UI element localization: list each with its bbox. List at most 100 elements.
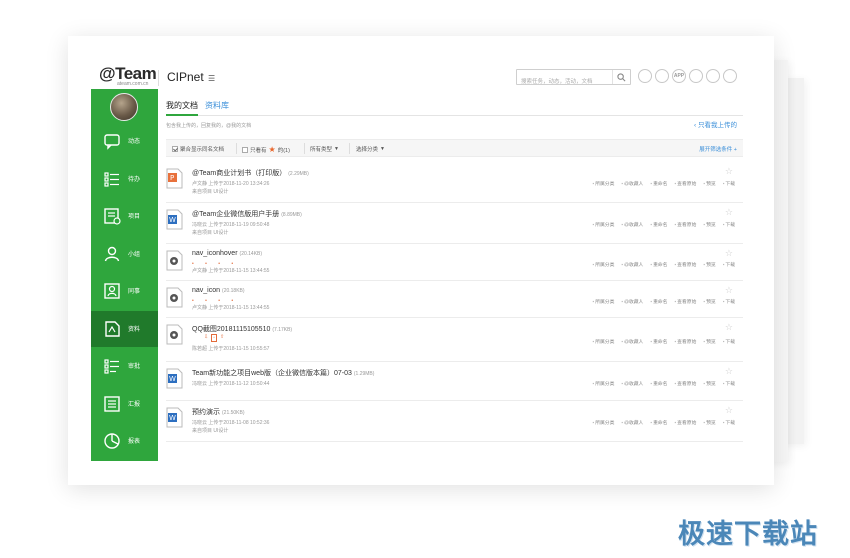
ACT-icon[interactable] [638,69,652,83]
tab-library[interactable]: 资料库 [205,100,229,112]
file-action[interactable]: 查看原始 [674,261,696,268]
star-outline-icon[interactable]: ☆ [725,285,733,296]
sidebar-item-5[interactable]: 资料 [91,310,158,347]
file-action[interactable]: 重命名 [650,261,667,268]
file-action[interactable]: 重命名 [650,298,667,305]
APP-icon[interactable]: APP [672,69,686,83]
search-input[interactable] [517,75,612,89]
file-title[interactable]: nav_iconhover (20.14KB) [192,250,262,257]
star-outline-icon[interactable]: ☆ [725,405,733,416]
file-action[interactable]: 重命名 [650,180,667,187]
file-row[interactable]: W @Team企业微信版用户手册 (8.89MB) ☆ 冯晓云 上传于2018-11-1… [166,203,743,244]
file-action[interactable]: 预览 [703,338,716,345]
file-row[interactable]: nav_iconhover (20.14KB) ☆ • • • • 卢文静 上传于201… [166,244,743,281]
gear-icon[interactable] [723,69,737,83]
file-action[interactable]: 查看原始 [674,221,696,228]
file-action[interactable]: @收藏人 [621,221,643,228]
sidebar-item-8[interactable]: 报表 [91,423,158,459]
file-action[interactable]: 预览 [703,380,716,387]
file-action[interactable]: 预览 [703,261,716,268]
file-title[interactable]: @Team企业微信版用户手册 (8.89MB) [192,209,302,219]
app-logo[interactable]: @Team ateam.com.cn [99,65,157,87]
file-title[interactable]: Team新功能之项目web版（企业微信版本篇）07-03 (1.29MB) [192,368,374,378]
file-action[interactable]: 查看原始 [674,380,696,387]
mail-icon[interactable] [706,69,720,83]
merge-same-name-label: 聚合显示同名文档 [180,147,225,153]
sidebar-item-6[interactable]: 审批 [91,348,158,384]
file-action[interactable]: 查看原始 [674,298,696,305]
star-outline-icon[interactable]: ☆ [725,366,733,377]
tab-my-documents[interactable]: 我的文档 [166,100,198,116]
sidebar-item-4[interactable]: 同事 [91,273,158,309]
file-action[interactable]: @收藏人 [621,419,643,426]
file-action[interactable]: 查看原始 [674,180,696,187]
sidebar-item-3[interactable]: 小组 [91,236,158,272]
file-title[interactable]: 预约演示 (21.50KB) [192,407,245,417]
sidebar-item-2[interactable]: 项目 [91,198,158,234]
file-action[interactable]: 查看原始 [674,419,696,426]
sidebar-item-0[interactable]: 动态 [91,123,158,159]
file-action[interactable]: 下载 [723,180,735,187]
file-action[interactable]: 下载 [723,298,735,305]
file-action[interactable]: 预览 [703,298,716,305]
search-box [516,69,631,89]
merge-same-name-toggle[interactable]: 聚合显示同名文档 [172,145,224,153]
file-row[interactable]: W 预约演示 (21.50KB) ☆ 冯晓云 上传于2018-11-08 10:52:3… [166,401,743,442]
file-action[interactable]: 所属分类 [592,180,614,187]
only-starred-toggle[interactable]: 只看有 ★ 的(1) [242,145,290,154]
file-action[interactable]: 所属分类 [592,380,614,387]
file-title[interactable]: QQ截图20181115105510 (7.17KB) [192,324,292,334]
file-action[interactable]: 下载 [723,380,735,387]
file-action[interactable]: 重命名 [650,221,667,228]
only-mine-link[interactable]: ‹ 只看我上传的 [694,119,737,129]
file-action[interactable]: 下载 [723,338,735,345]
star-outline-icon[interactable]: ☆ [725,248,733,259]
image-tools[interactable]: ⇩ ▫ ⇧ [204,334,224,342]
avatar[interactable] [110,93,138,121]
file-action[interactable]: 所属分类 [592,338,614,345]
project-switcher[interactable]: CIPnet ☰ [167,70,215,84]
file-action[interactable]: @收藏人 [621,180,643,187]
file-action[interactable]: @收藏人 [621,261,643,268]
sidebar-item-7[interactable]: 汇报 [91,386,158,422]
file-action[interactable]: @收藏人 [621,338,643,345]
star-outline-icon[interactable]: ☆ [725,322,733,333]
file-title[interactable]: @Team商业计划书（打印版） (2.29MB) [192,168,309,178]
file-name: @Team商业计划书（打印版） [192,170,287,177]
file-action[interactable]: 重命名 [650,338,667,345]
file-name: @Team企业微信版用户手册 [192,211,280,218]
search-button[interactable] [612,70,630,84]
checkbox-checked-icon[interactable] [172,146,178,152]
file-action[interactable]: @收藏人 [621,298,643,305]
file-title[interactable]: nav_icon (20.18KB) [192,287,245,294]
file-row[interactable]: W Team新功能之项目web版（企业微信版本篇）07-03 (1.29MB) ☆ 冯晓… [166,362,743,401]
all-types-dropdown[interactable]: 所有类型 ▼ [310,145,339,153]
sidebar-item-1[interactable]: 待办 [91,161,158,197]
select-category-dropdown[interactable]: 选择分类 ▼ [356,145,385,153]
star-outline-icon[interactable]: ☆ [725,166,733,177]
checkbox-icon[interactable] [242,146,248,153]
star-outline-icon[interactable]: ☆ [725,207,733,218]
mic-icon[interactable] [689,69,703,83]
file-row[interactable]: nav_icon (20.18KB) ☆ • • • • 卢文静 上传于2018-11-… [166,281,743,318]
file-actions: 所属分类 @收藏人重命名查看原始预览下载 [592,338,735,345]
expand-filters-link[interactable]: 展开筛选条件 + [699,145,737,153]
file-action[interactable]: 所属分类 [592,298,614,305]
file-action[interactable]: 下载 [723,261,735,268]
file-action[interactable]: 重命名 [650,380,667,387]
file-action[interactable]: 重命名 [650,419,667,426]
file-action[interactable]: 所属分类 [592,261,614,268]
B-icon[interactable] [655,69,669,83]
file-action[interactable]: 所属分类 [592,419,614,426]
file-row[interactable]: QQ截图20181115105510 (7.17KB) ☆ ⇩ ▫ ⇧ 陈若超 上传于201… [166,318,743,362]
file-action[interactable]: 查看原始 [674,338,696,345]
group-icon [103,245,121,263]
file-action[interactable]: 下载 [723,221,735,228]
file-action[interactable]: 预览 [703,180,716,187]
file-row[interactable]: P @Team商业计划书（打印版） (2.29MB) ☆ 卢文静 上传于2018-11-… [166,162,743,203]
file-action[interactable]: 所属分类 [592,221,614,228]
file-action[interactable]: 下载 [723,419,735,426]
file-action[interactable]: 预览 [703,221,716,228]
file-action[interactable]: @收藏人 [621,380,643,387]
file-action[interactable]: 预览 [703,419,716,426]
